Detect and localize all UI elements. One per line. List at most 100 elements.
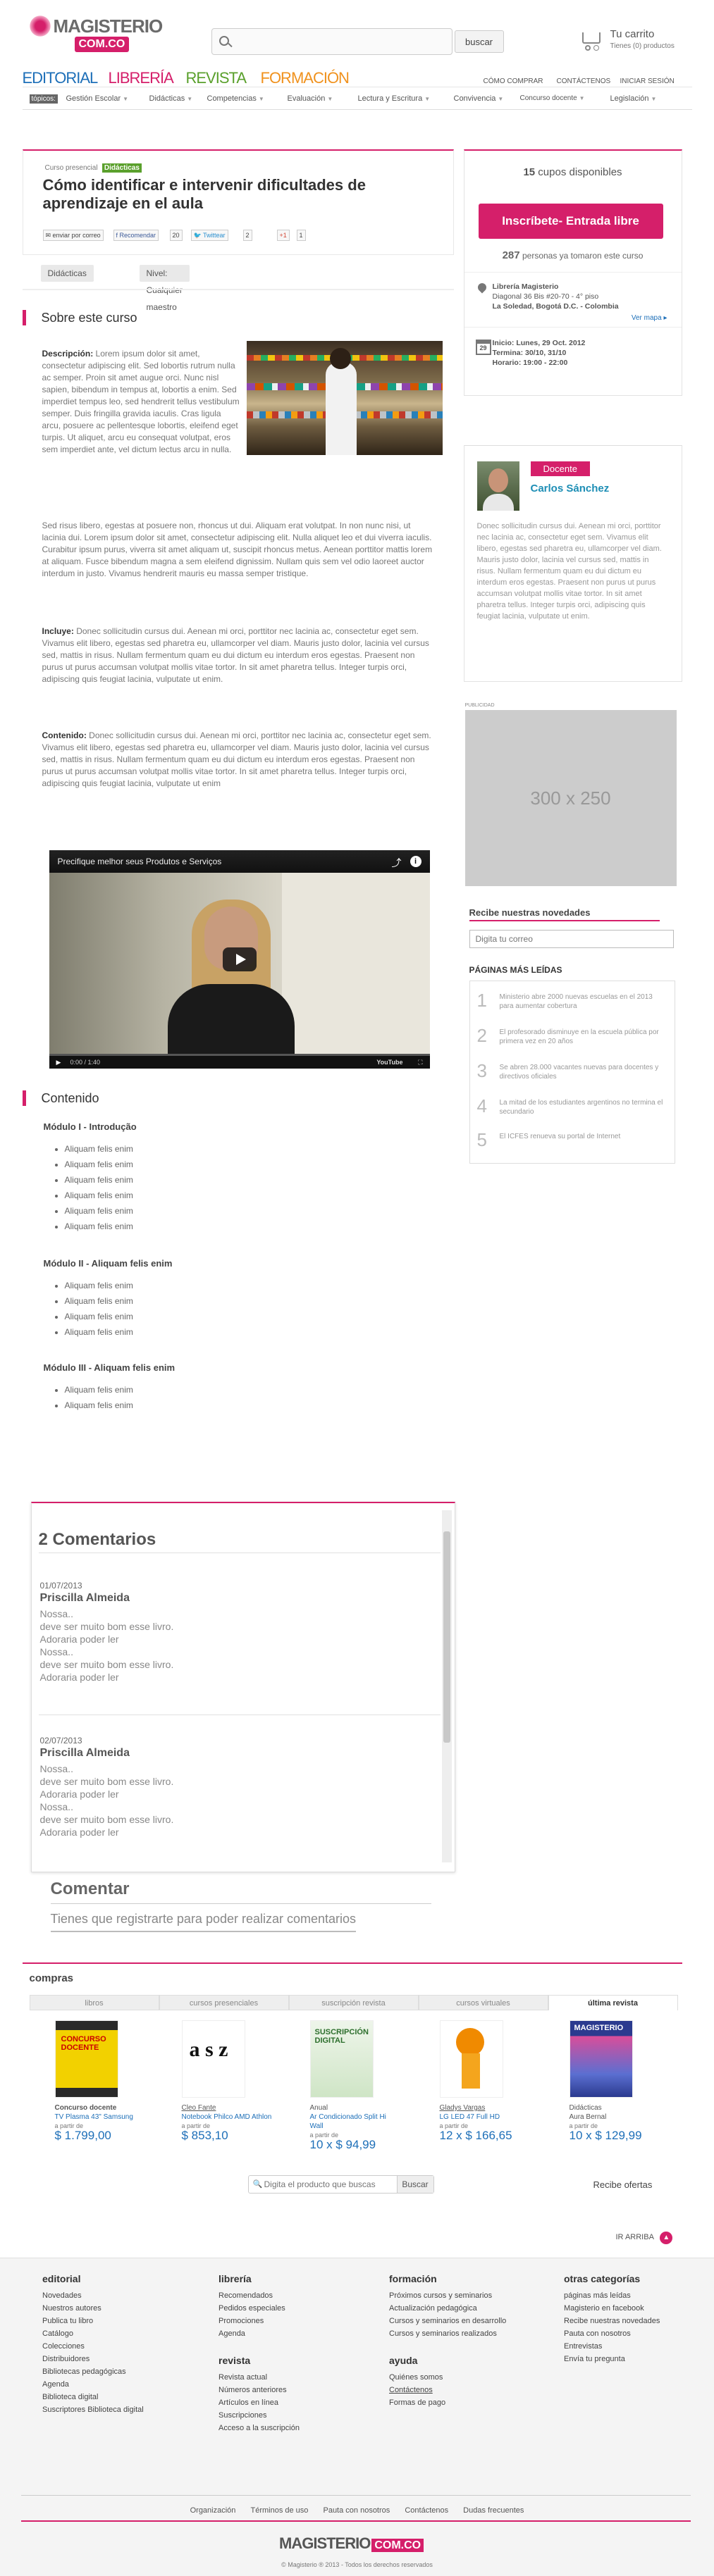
footer-link[interactable]: Distribuidores <box>42 2353 144 2365</box>
category-badge[interactable]: Didácticas <box>101 163 142 173</box>
footer-link[interactable]: Envía tu pregunta <box>564 2353 660 2365</box>
topic-convivencia[interactable]: Convivencia ▼ <box>454 94 504 103</box>
nav-libreria[interactable]: LIBRERÍA <box>109 69 174 87</box>
tab-libros[interactable]: libros <box>29 1995 159 2010</box>
topic-concurso[interactable]: Concurso docente ▼ <box>520 94 585 102</box>
footer-link[interactable]: Contáctenos <box>389 2384 506 2396</box>
email-share-button[interactable]: ✉ enviar por correo <box>42 230 104 241</box>
product-card[interactable]: SUSCRIPCIÓN DIGITAL Anual Ar Condicionad… <box>309 2020 402 2151</box>
nav-editorial[interactable]: EDITORIAL <box>23 69 99 87</box>
footer-bottom-link[interactable]: Contáctenos <box>405 2506 448 2515</box>
footer-link[interactable]: Formas de pago <box>389 2396 506 2409</box>
tab-cursos-virtuales[interactable]: cursos virtuales <box>418 1995 548 2010</box>
share-icon[interactable]: ⤴ <box>392 856 402 870</box>
search-button[interactable]: buscar <box>454 30 504 53</box>
footer-link[interactable]: Revista actual <box>218 2371 300 2384</box>
footer-link[interactable]: Suscripciones <box>218 2409 300 2422</box>
footer-link[interactable]: Acceso a la suscripción <box>218 2422 300 2434</box>
product-name[interactable]: TV Plasma 43" Samsung <box>55 2113 147 2122</box>
product-card[interactable]: CONCURSO DOCENTE Concurso docente TV Pla… <box>54 2020 147 2141</box>
comment-author[interactable]: Priscilla Almeida <box>40 1592 435 1605</box>
footer-link[interactable]: Pauta con nosotros <box>564 2327 660 2340</box>
pill-didacticas[interactable]: Didácticas <box>40 265 94 282</box>
nav-formacion[interactable]: FORMACIÓN <box>261 69 350 87</box>
footer-link[interactable]: Quiénes somos <box>389 2371 506 2384</box>
most-read-item[interactable]: Ministerio abre 2000 nuevas escuelas en … <box>500 993 663 1011</box>
shop-search-input[interactable] <box>264 2178 384 2191</box>
topic-didacticas[interactable]: Didácticas ▼ <box>149 94 193 103</box>
comment-register-note[interactable]: Tienes que registrarte para poder realiz… <box>50 1912 357 1932</box>
product-card[interactable]: a s z Cleo Fante Notebook Philco AMD Ath… <box>181 2020 273 2141</box>
offers-link[interactable]: Recibe ofertas <box>593 2179 653 2190</box>
footer-link[interactable]: Recibe nuestras novedades <box>564 2315 660 2327</box>
ad-placeholder[interactable]: 300 x 250 <box>464 710 677 886</box>
comments-scrollbar[interactable] <box>441 1510 452 1862</box>
product-name[interactable]: LG LED 47 Full HD <box>440 2113 531 2122</box>
footer-bottom-link[interactable]: Dudas frecuentes <box>463 2506 524 2515</box>
play-button[interactable] <box>222 947 257 971</box>
footer-link[interactable]: Pedidos especiales <box>218 2302 300 2315</box>
scrollbar-thumb[interactable] <box>443 1531 450 1743</box>
footer-bottom-link[interactable]: Términos de uso <box>250 2506 308 2515</box>
footer-link[interactable]: Promociones <box>218 2315 300 2327</box>
link-como-comprar[interactable]: CÓMO COMPRAR <box>484 77 543 85</box>
footer-bottom-link[interactable]: Organización <box>190 2506 236 2515</box>
footer-link[interactable]: Artículos en línea <box>218 2396 300 2409</box>
logo[interactable]: MAGISTERIO COM.CO <box>27 10 163 52</box>
footer-link[interactable]: Nuestros autores <box>42 2302 144 2315</box>
product-name[interactable]: Aura Bernal <box>570 2113 661 2122</box>
product-card[interactable]: Gladys Vargas LG LED 47 Full HD a partir… <box>439 2020 531 2141</box>
topic-gestion[interactable]: Gestión Escolar ▼ <box>66 94 129 103</box>
footer-link[interactable]: Entrevistas <box>564 2340 660 2353</box>
youtube-logo[interactable]: YouTube <box>376 1056 402 1069</box>
enroll-button[interactable]: Inscríbete- Entrada libre <box>478 204 663 239</box>
footer-link[interactable]: Suscriptores Biblioteca digital <box>42 2403 144 2416</box>
footer-link[interactable]: Números anteriores <box>218 2384 300 2396</box>
gplus-button[interactable]: +1 <box>276 230 290 241</box>
video-player[interactable]: Precifique melhor seus Produtos e Serviç… <box>49 850 430 1069</box>
topic-competencias[interactable]: Competencias ▼ <box>207 94 264 103</box>
footer-link[interactable]: Catálogo <box>42 2327 144 2340</box>
search-input[interactable] <box>234 33 404 50</box>
product-name[interactable]: Notebook Philco AMD Athlon <box>182 2113 273 2122</box>
product-name[interactable]: Ar Condicionado Split Hi Wall <box>310 2113 402 2131</box>
twitter-button[interactable]: 🐦 Twittear <box>190 230 228 241</box>
footer-link[interactable]: Recomendados <box>218 2289 300 2302</box>
footer-link[interactable]: Próximos cursos y seminarios <box>389 2289 506 2302</box>
comment-author[interactable]: Priscilla Almeida <box>40 1747 435 1760</box>
footer-bottom-link[interactable]: Pauta con nosotros <box>323 2506 390 2515</box>
teacher-name[interactable]: Carlos Sánchez <box>531 483 610 494</box>
most-read-item[interactable]: Se abren 28.000 vacantes nuevas para doc… <box>500 1063 663 1081</box>
product-card[interactable]: MAGISTERIO Didácticas Aura Bernal a part… <box>569 2020 661 2141</box>
footer-link[interactable]: Agenda <box>42 2378 144 2391</box>
nav-revista[interactable]: REVISTA <box>186 69 247 87</box>
footer-link[interactable]: Novedades <box>42 2289 144 2302</box>
map-link[interactable]: Ver mapa ▸ <box>632 314 667 322</box>
footer-link[interactable]: Colecciones <box>42 2340 144 2353</box>
topic-legislacion[interactable]: Legislación ▼ <box>610 94 657 103</box>
footer-link[interactable]: páginas más leídas <box>564 2289 660 2302</box>
back-to-top[interactable]: IR ARRIBA ▲ <box>616 2232 673 2244</box>
play-small-icon[interactable]: ▶ <box>56 1056 61 1069</box>
footer-link[interactable]: Publica tu libro <box>42 2315 144 2327</box>
most-read-item[interactable]: El ICFES renueva su portal de Internet <box>500 1132 663 1141</box>
shop-search-button[interactable]: Buscar <box>396 2176 433 2193</box>
footer-link[interactable]: Actualización pedagógica <box>389 2302 506 2315</box>
tab-ultima-revista[interactable]: última revista <box>548 1995 678 2010</box>
footer-link[interactable]: Magisterio en facebook <box>564 2302 660 2315</box>
tab-suscripcion[interactable]: suscripción revista <box>288 1995 419 2010</box>
fullscreen-icon[interactable]: ⛶ <box>418 1056 422 1069</box>
tab-cursos-presenciales[interactable]: cursos presenciales <box>159 1995 289 2010</box>
link-contactenos[interactable]: CONTÁCTENOS <box>557 77 611 85</box>
newsletter-email-input[interactable] <box>469 930 674 948</box>
link-iniciar-sesion[interactable]: INICIAR SESIÓN <box>620 77 675 85</box>
topic-lectura[interactable]: Lectura y Escritura ▼ <box>358 94 431 103</box>
info-icon[interactable]: i <box>410 856 421 867</box>
footer-link[interactable]: Bibliotecas pedagógicas <box>42 2365 144 2378</box>
footer-link[interactable]: Cursos y seminarios realizados <box>389 2327 506 2340</box>
footer-logo[interactable]: MAGISTERIO COM.CO <box>279 2534 434 2556</box>
footer-link[interactable]: Cursos y seminarios en desarrollo <box>389 2315 506 2327</box>
footer-link[interactable]: Agenda <box>218 2327 300 2340</box>
topic-evaluacion[interactable]: Evaluación ▼ <box>288 94 333 103</box>
facebook-recommend-button[interactable]: f Recomendar <box>113 230 159 241</box>
